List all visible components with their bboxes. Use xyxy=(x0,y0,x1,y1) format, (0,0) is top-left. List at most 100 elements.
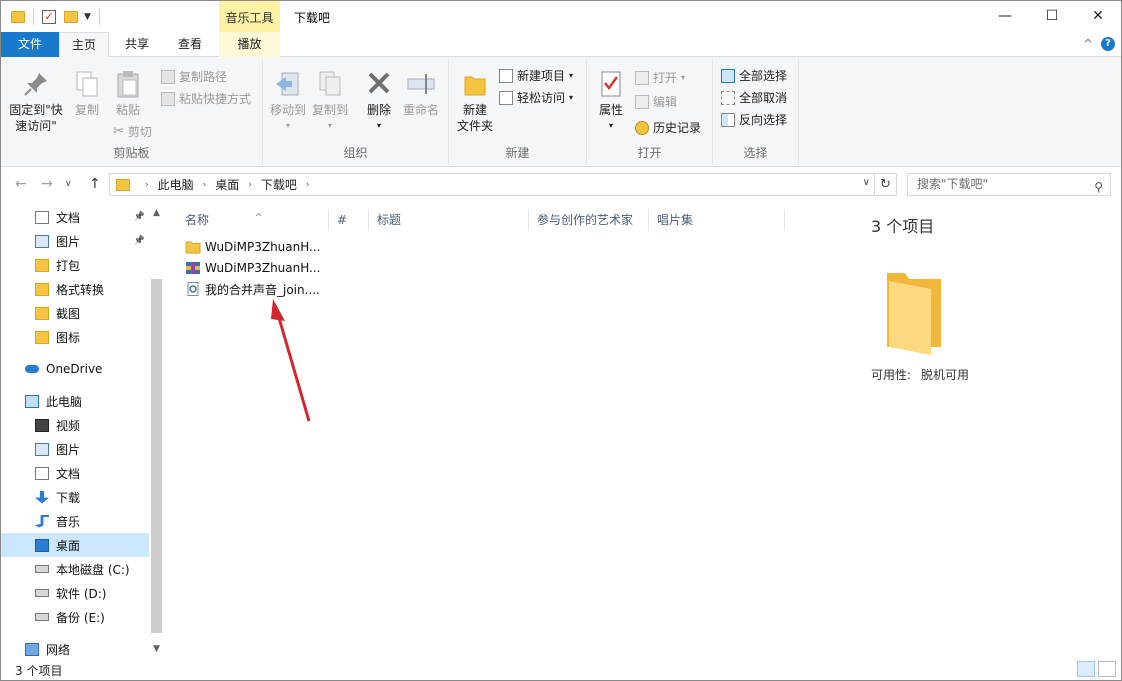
breadcrumb-download[interactable]: 下载吧 xyxy=(261,176,297,193)
sidebar-item[interactable]: 图片 📌 xyxy=(1,229,149,253)
select-all-icon xyxy=(721,68,735,83)
tab-home[interactable]: 主页 xyxy=(59,32,109,58)
sidebar-item[interactable]: 桌面 xyxy=(1,533,149,557)
forward-arrow-icon[interactable]: → xyxy=(41,176,53,192)
sidebar-item[interactable]: 截图 xyxy=(1,301,149,325)
help-icon[interactable]: ? xyxy=(1101,37,1115,51)
easy-access-button[interactable]: 轻松访问 ▾ xyxy=(499,89,573,106)
quick-access-toolbar: ✓ ▼ xyxy=(11,7,108,27)
tab-file[interactable]: 文件 xyxy=(1,32,59,57)
sidebar-item[interactable]: 此电脑 xyxy=(1,389,149,413)
large-icons-view-icon[interactable] xyxy=(1098,661,1116,677)
pictures-icon xyxy=(35,442,49,456)
edit-button[interactable]: 编辑 xyxy=(635,93,677,110)
sidebar-item[interactable]: 音乐 xyxy=(1,509,149,533)
scroll-down-icon[interactable]: ▼ xyxy=(149,641,164,657)
invert-selection-button[interactable]: 反向选择 xyxy=(721,111,787,128)
copy-button[interactable]: 复制 xyxy=(69,69,105,118)
pin-icon[interactable]: 📌 xyxy=(134,236,145,246)
delete-button[interactable]: 删除 ▾ xyxy=(361,69,397,134)
column-title[interactable]: 标题 xyxy=(369,209,529,231)
sidebar-item-label: 格式转换 xyxy=(56,282,105,297)
new-item-label: 新建项目 xyxy=(517,69,566,83)
organize-group-label: 组织 xyxy=(343,146,368,160)
history-button[interactable]: 历史记录 xyxy=(635,119,701,136)
details-view-icon[interactable] xyxy=(1077,661,1095,677)
breadcrumb-separator[interactable]: › xyxy=(306,180,310,190)
minimize-button[interactable]: — xyxy=(982,1,1028,32)
sidebar-item[interactable]: 备份 (E:) xyxy=(1,605,149,629)
select-all-button[interactable]: 全部选择 xyxy=(721,67,787,84)
open-label: 打开 xyxy=(653,71,678,85)
file-row[interactable]: WuDiMP3ZhuanH... xyxy=(185,258,321,278)
rename-button[interactable]: 重命名 xyxy=(399,69,443,118)
address-bar[interactable]: › 此电脑 › 桌面 › 下载吧 › ∨ xyxy=(109,173,875,196)
properties-icon[interactable]: ✓ xyxy=(42,10,56,24)
file-row[interactable]: WuDiMP3ZhuanH... xyxy=(185,237,321,257)
sidebar-item[interactable]: 本地磁盘 (C:) xyxy=(1,557,149,581)
sidebar-item[interactable]: 图片 xyxy=(1,437,149,461)
sidebar-item[interactable]: 下载 xyxy=(1,485,149,509)
divider xyxy=(33,9,34,25)
paste-button[interactable]: 粘贴 xyxy=(109,69,147,118)
sidebar-item[interactable]: 视频 xyxy=(1,413,149,437)
pin-quick-access-button[interactable]: 固定到"快 速访问" xyxy=(5,69,67,134)
status-item-count: 3 个项目 xyxy=(15,664,63,678)
breadcrumb-separator[interactable]: › xyxy=(203,180,207,190)
customize-toolbar-icon[interactable]: ▼ xyxy=(84,12,91,22)
sidebar-item[interactable]: 软件 (D:) xyxy=(1,581,149,605)
search-input[interactable]: 搜索"下载吧" ⚲ xyxy=(907,173,1111,196)
select-none-button[interactable]: 全部取消 xyxy=(721,89,787,106)
column-album[interactable]: 唱片集 xyxy=(649,209,785,231)
close-button[interactable]: ✕ xyxy=(1075,1,1121,32)
properties-button[interactable]: 属性 ▾ xyxy=(591,69,631,134)
copy-path-button[interactable]: 复制路径 xyxy=(161,68,227,85)
sidebar-item[interactable]: 文档 xyxy=(1,461,149,485)
sidebar-item[interactable]: 打包 xyxy=(1,253,149,277)
column-number[interactable]: # xyxy=(329,209,369,231)
column-name[interactable]: ^ 名称 xyxy=(177,209,329,231)
paste-shortcut-button[interactable]: 粘贴快捷方式 xyxy=(161,90,251,107)
collapse-ribbon-icon[interactable]: ^ xyxy=(1083,37,1093,51)
sidebar-item-label: 文档 xyxy=(56,466,81,481)
sidebar-item[interactable]: OneDrive xyxy=(1,357,149,381)
sidebar-item-label: 下载 xyxy=(56,490,81,505)
breadcrumb-desktop[interactable]: 桌面 xyxy=(215,176,239,193)
column-artist[interactable]: 参与创作的艺术家 xyxy=(529,209,649,231)
new-item-button[interactable]: 新建项目 ▾ xyxy=(499,67,573,84)
scroll-thumb[interactable] xyxy=(151,279,162,633)
tab-play[interactable]: 播放 xyxy=(219,32,280,57)
tab-share[interactable]: 共享 xyxy=(113,32,161,57)
new-folder-button[interactable]: 新建 文件夹 xyxy=(451,69,499,134)
breadcrumb-this-pc[interactable]: 此电脑 xyxy=(158,176,194,193)
pin-icon[interactable]: 📌 xyxy=(134,212,145,222)
sidebar-item[interactable]: 格式转换 xyxy=(1,277,149,301)
videos-icon xyxy=(35,418,49,432)
select-none-icon xyxy=(721,90,735,105)
tab-view[interactable]: 查看 xyxy=(166,32,214,57)
copy-to-button[interactable]: 复制到 ▾ xyxy=(309,69,351,134)
sidebar-item-label: 桌面 xyxy=(56,538,81,553)
new-folder-icon[interactable] xyxy=(64,11,78,23)
easy-access-icon xyxy=(499,90,513,105)
back-arrow-icon[interactable]: ← xyxy=(15,176,27,192)
invert-selection-label: 反向选择 xyxy=(739,113,788,127)
move-to-button[interactable]: 移动到 ▾ xyxy=(267,69,309,134)
up-arrow-icon[interactable]: ↑ xyxy=(89,176,101,192)
nav-scrollbar[interactable]: ▲ ▼ xyxy=(149,203,164,658)
refresh-button[interactable]: ↻ xyxy=(875,173,897,196)
recent-locations-icon[interactable]: ∨ xyxy=(65,179,72,189)
sidebar-item[interactable]: 文档 📌 xyxy=(1,205,149,229)
chevron-down-icon: ▾ xyxy=(681,73,686,82)
breadcrumb-separator[interactable]: › xyxy=(248,180,252,190)
organize-group: 移动到 ▾ 复制到 ▾ 删除 ▾ 重命名 组织 xyxy=(263,59,449,165)
archive-icon xyxy=(186,262,200,274)
cut-button[interactable]: ✂ 剪切 xyxy=(113,123,152,140)
sidebar-item[interactable]: 图标 xyxy=(1,325,149,349)
new-group-label: 新建 xyxy=(505,146,530,160)
address-dropdown-icon[interactable]: ∨ xyxy=(863,177,870,188)
scissors-icon: ✂ xyxy=(113,124,124,139)
scroll-up-icon[interactable]: ▲ xyxy=(149,205,164,221)
open-button[interactable]: 打开 ▾ xyxy=(635,69,685,86)
maximize-button[interactable]: ☐ xyxy=(1029,1,1075,32)
